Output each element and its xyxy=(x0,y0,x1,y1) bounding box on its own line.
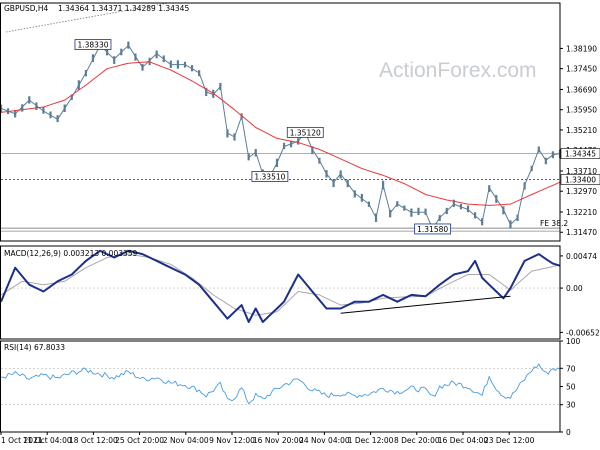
price-axis-tick-label: 1.38190 xyxy=(566,44,597,53)
price-annotation-label: 1.38330 xyxy=(77,41,108,50)
price-axis-tick-label: 1.37450 xyxy=(566,65,597,74)
rsi-axis-tick-label: 70 xyxy=(566,364,576,373)
level-tag: 1.33400 xyxy=(565,175,596,184)
ohlc-label: 1.34364 1.34371 1.34289 1.34345 xyxy=(58,4,189,13)
x-axis-tick-label: 2 Nov 04:00 xyxy=(163,436,209,445)
rsi-axis-tick-label: 100 xyxy=(566,337,581,346)
price-axis-tick-label: 1.31470 xyxy=(566,228,597,237)
x-axis-tick-label: 11 Oct 04:00 xyxy=(23,436,72,445)
watermark: ActionForex.com xyxy=(379,59,537,82)
symbol-label: GBPUSD,H4 xyxy=(4,4,49,13)
x-axis-tick-label: 8 Dec 20:00 xyxy=(394,436,440,445)
price-axis-tick-label: 1.35210 xyxy=(566,126,597,135)
x-axis-tick-label: 9 Nov 12:00 xyxy=(209,436,255,445)
price-axis-tick-label: 1.36690 xyxy=(566,85,597,94)
x-axis-tick-label: 25 Oct 20:00 xyxy=(115,436,164,445)
x-axis-tick-label: 1 Dec 12:00 xyxy=(348,436,394,445)
price-annotation-label: 1.31580 xyxy=(417,225,448,234)
macd-title: MACD(12,26,9) 0.003213 0.003359 xyxy=(4,249,138,258)
price-annotation-label: 1.35120 xyxy=(290,128,321,137)
gbpusd-h4-chart: ActionForex.com 1.38190 1.37450 1.36690 1.3… xyxy=(0,0,600,450)
price-annotation-label: 1.33510 xyxy=(254,172,285,181)
rsi-axis-tick-label: 50 xyxy=(566,383,576,392)
x-axis-tick-label: 24 Nov 04:00 xyxy=(299,436,350,445)
price-axis-tick-label: 1.32210 xyxy=(566,208,597,217)
x-axis-tick-label: 16 Dec 04:00 xyxy=(438,436,489,445)
rsi-axis-tick-label: 0 xyxy=(566,428,571,437)
fe-level-label: FE 38.2 xyxy=(540,219,568,228)
current-price-tag: 1.34345 xyxy=(565,150,596,159)
x-axis-tick-label: 18 Oct 12:00 xyxy=(69,436,118,445)
price-axis-tick-label: 1.35950 xyxy=(566,106,597,115)
x-axis-tick-label: 16 Nov 20:00 xyxy=(253,436,304,445)
x-axis-tick-label: 23 Dec 12:00 xyxy=(484,436,535,445)
rsi-title: RSI(14) 67.8033 xyxy=(4,343,65,352)
price-axis-tick-label: 1.32970 xyxy=(566,187,597,196)
macd-axis-tick-label: 0.00 xyxy=(566,284,583,293)
macd-axis-tick-label: 0.00474 xyxy=(566,252,597,261)
rsi-axis-tick-label: 30 xyxy=(566,401,576,410)
